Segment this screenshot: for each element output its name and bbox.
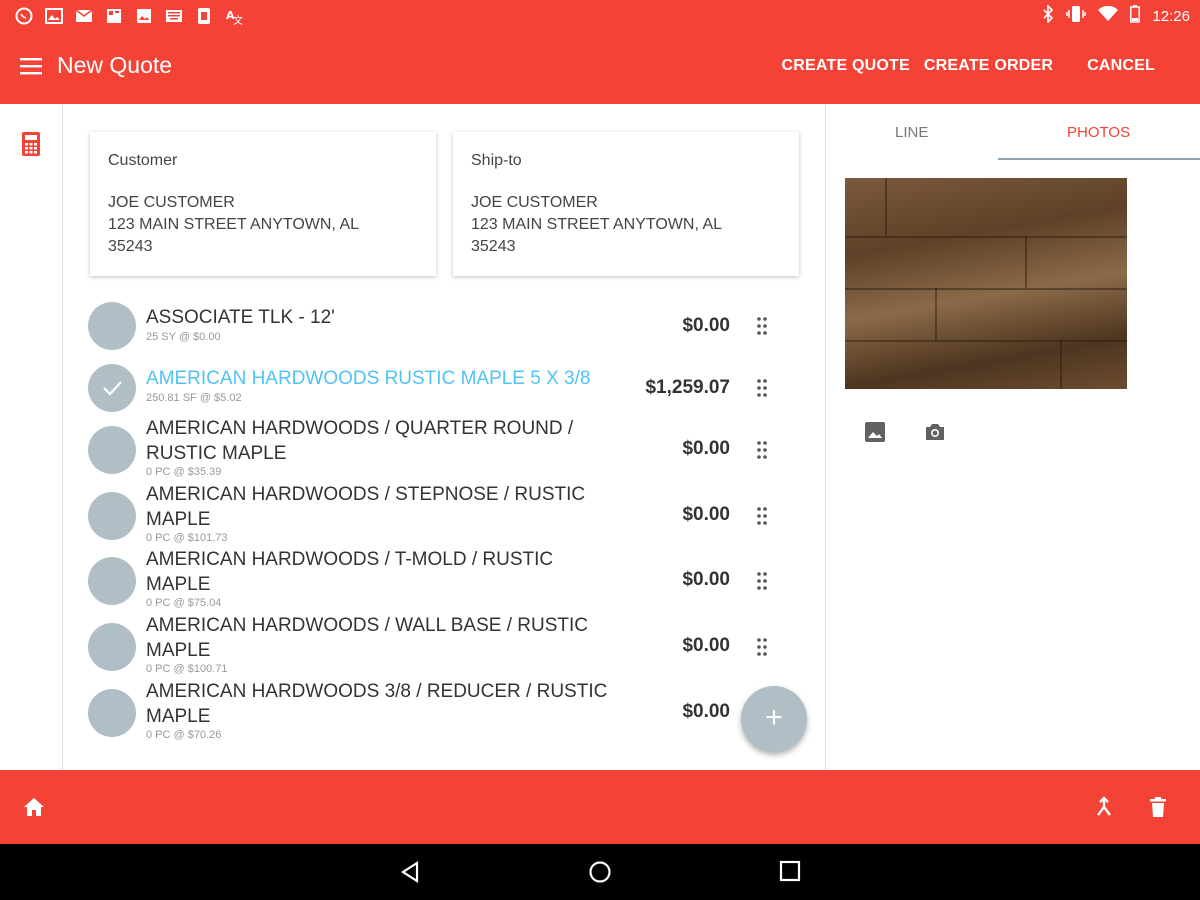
item-avatar[interactable]: [88, 623, 136, 671]
ship-to-address: 123 MAIN STREET ANYTOWN, AL: [471, 216, 723, 233]
camera-icon[interactable]: [923, 420, 949, 446]
drag-handle-icon[interactable]: [756, 637, 768, 657]
whatsapp-icon: [14, 6, 34, 26]
item-detail: 0 PC @ $35.39: [146, 466, 222, 478]
line-item[interactable]: ASSOCIATE TLK - 12' 25 SY @ $0.00 $0.00: [88, 302, 778, 352]
customer-name: JOE CUSTOMER: [108, 194, 235, 211]
news-icon: [104, 6, 124, 26]
page-title: New Quote: [57, 52, 173, 78]
item-name: AMERICAN HARDWOODS / STEPNOSE / RUSTIC M…: [146, 484, 586, 530]
customer-address: 123 MAIN STREET ANYTOWN, AL: [108, 216, 360, 233]
item-name: AMERICAN HARDWOODS / T-MOLD / RUSTIC MAP…: [146, 549, 554, 595]
translate-icon: A文: [224, 6, 244, 26]
item-name: ASSOCIATE TLK - 12': [146, 307, 335, 328]
item-detail: 0 PC @ $70.26: [146, 729, 222, 741]
home-icon[interactable]: [22, 796, 46, 823]
item-detail: 0 PC @ $101.73: [146, 532, 228, 544]
item-detail: 0 PC @ $100.71: [146, 663, 228, 675]
tab-photos[interactable]: PHOTOS: [1067, 124, 1130, 141]
bluetooth-icon: [1042, 4, 1054, 27]
gallery-icon[interactable]: [863, 420, 889, 446]
item-name: AMERICAN HARDWOODS RUSTIC MAPLE 5 X 3/8: [146, 368, 591, 389]
add-item-button[interactable]: +: [741, 686, 807, 752]
svg-text:文: 文: [233, 14, 243, 25]
left-rail: [0, 104, 63, 770]
ship-to-label: Ship-to: [471, 152, 522, 169]
drag-handle-icon[interactable]: [756, 378, 768, 398]
item-price: $0.00: [682, 701, 730, 722]
mail-icon: [74, 6, 94, 26]
item-name: AMERICAN HARDWOODS / WALL BASE / RUSTIC …: [146, 615, 588, 661]
flooring-photo[interactable]: [845, 178, 1127, 389]
customer-label: Customer: [108, 152, 178, 169]
item-price: $0.00: [682, 569, 730, 590]
line-item[interactable]: AMERICAN HARDWOODS / STEPNOSE / RUSTIC M…: [88, 482, 778, 546]
create-order-button[interactable]: CREATE ORDER: [917, 57, 1060, 75]
ship-to-card[interactable]: Ship-to JOE CUSTOMER 123 MAIN STREET ANY…: [453, 132, 799, 276]
delete-icon[interactable]: [1148, 796, 1168, 823]
item-price: $0.00: [682, 438, 730, 459]
item-price: $0.00: [682, 635, 730, 656]
panel-tabs: LINE PHOTOS: [826, 104, 1200, 160]
item-avatar[interactable]: [88, 426, 136, 474]
app-bar-actions: CREATE QUOTE CREATE ORDER CANCEL: [775, 57, 1162, 75]
photo-icon: [44, 6, 64, 26]
line-item[interactable]: AMERICAN HARDWOODS / QUARTER ROUND / RUS…: [88, 416, 778, 480]
details-panel: LINE PHOTOS: [825, 104, 1200, 770]
line-item[interactable]: AMERICAN HARDWOODS / T-MOLD / RUSTIC MAP…: [88, 547, 778, 611]
line-item[interactable]: AMERICAN HARDWOODS / WALL BASE / RUSTIC …: [88, 613, 778, 677]
ship-to-zip: 35243: [471, 238, 516, 255]
status-bar: A文 12:26: [0, 0, 1200, 32]
home-nav-icon[interactable]: [588, 860, 612, 889]
quote-content: Customer JOE CUSTOMER 123 MAIN STREET AN…: [64, 104, 824, 770]
image-icon: [134, 6, 154, 26]
calculator-icon[interactable]: [21, 131, 41, 162]
active-tab-indicator: [998, 158, 1200, 160]
merge-icon[interactable]: [1093, 796, 1115, 823]
line-item[interactable]: AMERICAN HARDWOODS 3/8 / REDUCER / RUSTI…: [88, 679, 778, 743]
item-price: $0.00: [682, 504, 730, 525]
item-avatar[interactable]: [88, 689, 136, 737]
menu-icon[interactable]: [20, 56, 46, 80]
ship-to-name: JOE CUSTOMER: [471, 194, 598, 211]
drag-handle-icon[interactable]: [756, 440, 768, 460]
sim-icon: [194, 6, 214, 26]
notification-icons: A文: [14, 6, 244, 26]
wifi-icon: [1098, 5, 1119, 26]
item-price: $1,259.07: [645, 377, 730, 398]
create-quote-button[interactable]: CREATE QUOTE: [775, 57, 917, 75]
system-icons: 12:26: [1042, 4, 1190, 27]
drag-handle-icon[interactable]: [756, 571, 768, 591]
item-avatar[interactable]: [88, 492, 136, 540]
clock: 12:26: [1152, 7, 1190, 25]
cancel-button[interactable]: CANCEL: [1080, 57, 1162, 75]
item-name: AMERICAN HARDWOODS 3/8 / REDUCER / RUSTI…: [146, 681, 608, 727]
item-avatar-selected[interactable]: [88, 364, 136, 412]
checkmark-icon: [103, 381, 122, 396]
item-price: $0.00: [682, 315, 730, 336]
line-item[interactable]: AMERICAN HARDWOODS RUSTIC MAPLE 5 X 3/8 …: [88, 363, 778, 413]
system-nav-bar: [0, 844, 1200, 900]
item-detail: 25 SY @ $0.00: [146, 331, 221, 343]
item-avatar[interactable]: [88, 557, 136, 605]
back-icon[interactable]: [399, 860, 421, 889]
drag-handle-icon[interactable]: [756, 506, 768, 526]
item-detail: 250.81 SF @ $5.02: [146, 392, 242, 404]
bottom-action-bar: [0, 770, 1200, 844]
app-bar: New Quote CREATE QUOTE CREATE ORDER CANC…: [0, 32, 1200, 104]
tab-line[interactable]: LINE: [895, 124, 928, 141]
item-name: AMERICAN HARDWOODS / QUARTER ROUND / RUS…: [146, 418, 574, 464]
customer-card[interactable]: Customer JOE CUSTOMER 123 MAIN STREET AN…: [90, 132, 436, 276]
vibrate-icon: [1066, 5, 1087, 27]
item-avatar[interactable]: [88, 302, 136, 350]
drag-handle-icon[interactable]: [756, 316, 768, 336]
customer-zip: 35243: [108, 238, 153, 255]
battery-icon: [1130, 5, 1141, 27]
recents-icon[interactable]: [779, 860, 801, 887]
item-detail: 0 PC @ $75.04: [146, 597, 222, 609]
keyboard-icon: [164, 6, 184, 26]
